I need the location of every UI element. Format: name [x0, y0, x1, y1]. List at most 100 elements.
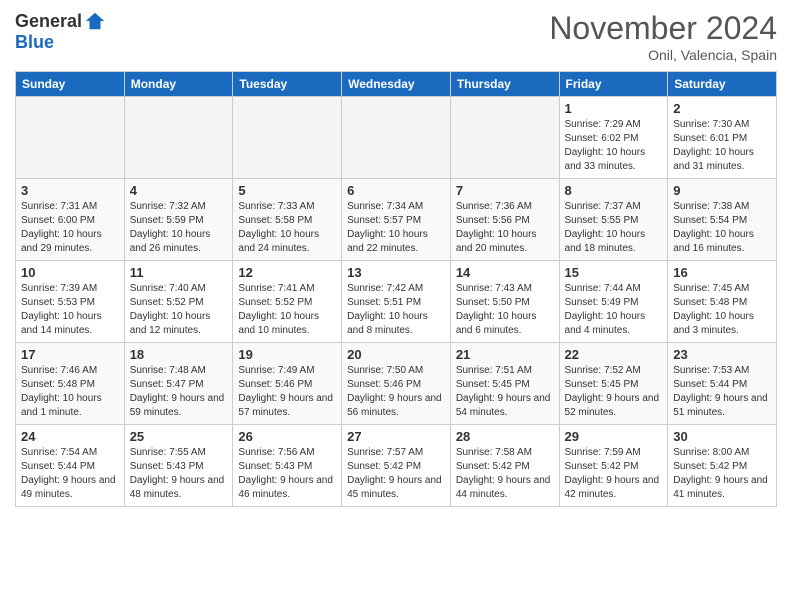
- day-info: Sunrise: 7:58 AMSunset: 5:42 PMDaylight:…: [456, 446, 554, 502]
- day-number: 9: [673, 183, 771, 198]
- weekday-header: Thursday: [450, 72, 559, 97]
- day-info: Sunrise: 7:46 AMSunset: 5:48 PMDaylight:…: [21, 364, 119, 420]
- day-number: 10: [21, 265, 119, 280]
- day-number: 3: [21, 183, 119, 198]
- weekday-header: Saturday: [668, 72, 777, 97]
- day-info: Sunrise: 7:45 AMSunset: 5:48 PMDaylight:…: [673, 282, 771, 338]
- day-info: Sunrise: 7:36 AMSunset: 5:56 PMDaylight:…: [456, 200, 554, 256]
- calendar-cell: [450, 97, 559, 179]
- day-info: Sunrise: 7:53 AMSunset: 5:44 PMDaylight:…: [673, 364, 771, 420]
- calendar-header-row: SundayMondayTuesdayWednesdayThursdayFrid…: [16, 72, 777, 97]
- calendar-week-row: 24 Sunrise: 7:54 AMSunset: 5:44 PMDayligh…: [16, 425, 777, 507]
- weekday-header: Sunday: [16, 72, 125, 97]
- calendar-cell: 29 Sunrise: 7:59 AMSunset: 5:42 PMDayligh…: [559, 425, 668, 507]
- day-number: 15: [565, 265, 663, 280]
- calendar-cell: 20 Sunrise: 7:50 AMSunset: 5:46 PMDayligh…: [342, 343, 451, 425]
- calendar-cell: 26 Sunrise: 7:56 AMSunset: 5:43 PMDayligh…: [233, 425, 342, 507]
- day-number: 26: [238, 429, 336, 444]
- day-info: Sunrise: 7:32 AMSunset: 5:59 PMDaylight:…: [130, 200, 228, 256]
- day-number: 20: [347, 347, 445, 362]
- calendar-cell: 1 Sunrise: 7:29 AMSunset: 6:02 PMDaylight…: [559, 97, 668, 179]
- calendar-cell: [16, 97, 125, 179]
- page-container: General Blue November 2024 Onil, Valenci…: [0, 0, 792, 517]
- calendar-cell: 22Sunrise: 7:52 AMSunset: 5:45 PMDayligh…: [559, 343, 668, 425]
- calendar-cell: 19 Sunrise: 7:49 AMSunset: 5:46 PMDayligh…: [233, 343, 342, 425]
- day-number: 19: [238, 347, 336, 362]
- calendar-cell: 6 Sunrise: 7:34 AMSunset: 5:57 PMDaylight…: [342, 179, 451, 261]
- title-block: November 2024 Onil, Valencia, Spain: [549, 10, 777, 63]
- day-info: Sunrise: 7:33 AMSunset: 5:58 PMDaylight:…: [238, 200, 336, 256]
- day-info: Sunrise: 8:00 AMSunset: 5:42 PMDaylight:…: [673, 446, 771, 502]
- day-number: 6: [347, 183, 445, 198]
- day-info: Sunrise: 7:57 AMSunset: 5:42 PMDaylight:…: [347, 446, 445, 502]
- day-number: 5: [238, 183, 336, 198]
- calendar-cell: 2Sunrise: 7:30 AMSunset: 6:01 PMDaylight…: [668, 97, 777, 179]
- calendar-cell: 7Sunrise: 7:36 AMSunset: 5:56 PMDaylight…: [450, 179, 559, 261]
- day-number: 14: [456, 265, 554, 280]
- day-info: Sunrise: 7:43 AMSunset: 5:50 PMDaylight:…: [456, 282, 554, 338]
- calendar-cell: 18 Sunrise: 7:48 AMSunset: 5:47 PMDayligh…: [124, 343, 233, 425]
- day-number: 2: [673, 101, 771, 116]
- day-number: 30: [673, 429, 771, 444]
- day-info: Sunrise: 7:37 AMSunset: 5:55 PMDaylight:…: [565, 200, 663, 256]
- day-info: Sunrise: 7:48 AMSunset: 5:47 PMDaylight:…: [130, 364, 228, 420]
- day-number: 24: [21, 429, 119, 444]
- calendar-cell: [124, 97, 233, 179]
- day-number: 11: [130, 265, 228, 280]
- day-info: Sunrise: 7:29 AMSunset: 6:02 PMDaylight:…: [565, 118, 663, 174]
- day-number: 13: [347, 265, 445, 280]
- day-info: Sunrise: 7:49 AMSunset: 5:46 PMDaylight:…: [238, 364, 336, 420]
- day-number: 22: [565, 347, 663, 362]
- day-number: 27: [347, 429, 445, 444]
- logo-icon: [84, 10, 106, 32]
- day-number: 21: [456, 347, 554, 362]
- day-number: 29: [565, 429, 663, 444]
- day-info: Sunrise: 7:50 AMSunset: 5:46 PMDaylight:…: [347, 364, 445, 420]
- calendar-cell: 28 Sunrise: 7:58 AMSunset: 5:42 PMDayligh…: [450, 425, 559, 507]
- day-number: 17: [21, 347, 119, 362]
- day-info: Sunrise: 7:31 AMSunset: 6:00 PMDaylight:…: [21, 200, 119, 256]
- logo-general-text: General: [15, 11, 82, 32]
- day-info: Sunrise: 7:40 AMSunset: 5:52 PMDaylight:…: [130, 282, 228, 338]
- calendar-cell: 30 Sunrise: 8:00 AMSunset: 5:42 PMDayligh…: [668, 425, 777, 507]
- calendar-cell: 17 Sunrise: 7:46 AMSunset: 5:48 PMDayligh…: [16, 343, 125, 425]
- calendar-cell: 8 Sunrise: 7:37 AMSunset: 5:55 PMDaylight…: [559, 179, 668, 261]
- logo-blue-text: Blue: [15, 32, 54, 52]
- logo: General Blue: [15, 10, 106, 53]
- calendar-cell: 23 Sunrise: 7:53 AMSunset: 5:44 PMDayligh…: [668, 343, 777, 425]
- calendar-table: SundayMondayTuesdayWednesdayThursdayFrid…: [15, 71, 777, 507]
- day-info: Sunrise: 7:41 AMSunset: 5:52 PMDaylight:…: [238, 282, 336, 338]
- day-info: Sunrise: 7:56 AMSunset: 5:43 PMDaylight:…: [238, 446, 336, 502]
- day-info: Sunrise: 7:51 AMSunset: 5:45 PMDaylight:…: [456, 364, 554, 420]
- day-number: 8: [565, 183, 663, 198]
- calendar-cell: 21 Sunrise: 7:51 AMSunset: 5:45 PMDayligh…: [450, 343, 559, 425]
- calendar-week-row: 3 Sunrise: 7:31 AMSunset: 6:00 PMDaylight…: [16, 179, 777, 261]
- day-number: 12: [238, 265, 336, 280]
- calendar-cell: 9 Sunrise: 7:38 AMSunset: 5:54 PMDaylight…: [668, 179, 777, 261]
- location: Onil, Valencia, Spain: [549, 47, 777, 63]
- day-number: 23: [673, 347, 771, 362]
- calendar-cell: 10Sunrise: 7:39 AMSunset: 5:53 PMDayligh…: [16, 261, 125, 343]
- calendar-cell: 15 Sunrise: 7:44 AMSunset: 5:49 PMDayligh…: [559, 261, 668, 343]
- calendar-cell: 25Sunrise: 7:55 AMSunset: 5:43 PMDayligh…: [124, 425, 233, 507]
- header: General Blue November 2024 Onil, Valenci…: [15, 10, 777, 63]
- day-info: Sunrise: 7:34 AMSunset: 5:57 PMDaylight:…: [347, 200, 445, 256]
- calendar-cell: [233, 97, 342, 179]
- day-info: Sunrise: 7:54 AMSunset: 5:44 PMDaylight:…: [21, 446, 119, 502]
- calendar-cell: 27 Sunrise: 7:57 AMSunset: 5:42 PMDayligh…: [342, 425, 451, 507]
- day-number: 25: [130, 429, 228, 444]
- day-number: 18: [130, 347, 228, 362]
- day-info: Sunrise: 7:44 AMSunset: 5:49 PMDaylight:…: [565, 282, 663, 338]
- calendar-cell: 3 Sunrise: 7:31 AMSunset: 6:00 PMDaylight…: [16, 179, 125, 261]
- day-info: Sunrise: 7:42 AMSunset: 5:51 PMDaylight:…: [347, 282, 445, 338]
- calendar-cell: 14 Sunrise: 7:43 AMSunset: 5:50 PMDayligh…: [450, 261, 559, 343]
- calendar-week-row: 1 Sunrise: 7:29 AMSunset: 6:02 PMDaylight…: [16, 97, 777, 179]
- day-number: 28: [456, 429, 554, 444]
- day-number: 16: [673, 265, 771, 280]
- calendar-week-row: 17 Sunrise: 7:46 AMSunset: 5:48 PMDayligh…: [16, 343, 777, 425]
- calendar-cell: 16 Sunrise: 7:45 AMSunset: 5:48 PMDayligh…: [668, 261, 777, 343]
- day-info: Sunrise: 7:38 AMSunset: 5:54 PMDaylight:…: [673, 200, 771, 256]
- weekday-header: Tuesday: [233, 72, 342, 97]
- day-info: Sunrise: 7:59 AMSunset: 5:42 PMDaylight:…: [565, 446, 663, 502]
- day-number: 1: [565, 101, 663, 116]
